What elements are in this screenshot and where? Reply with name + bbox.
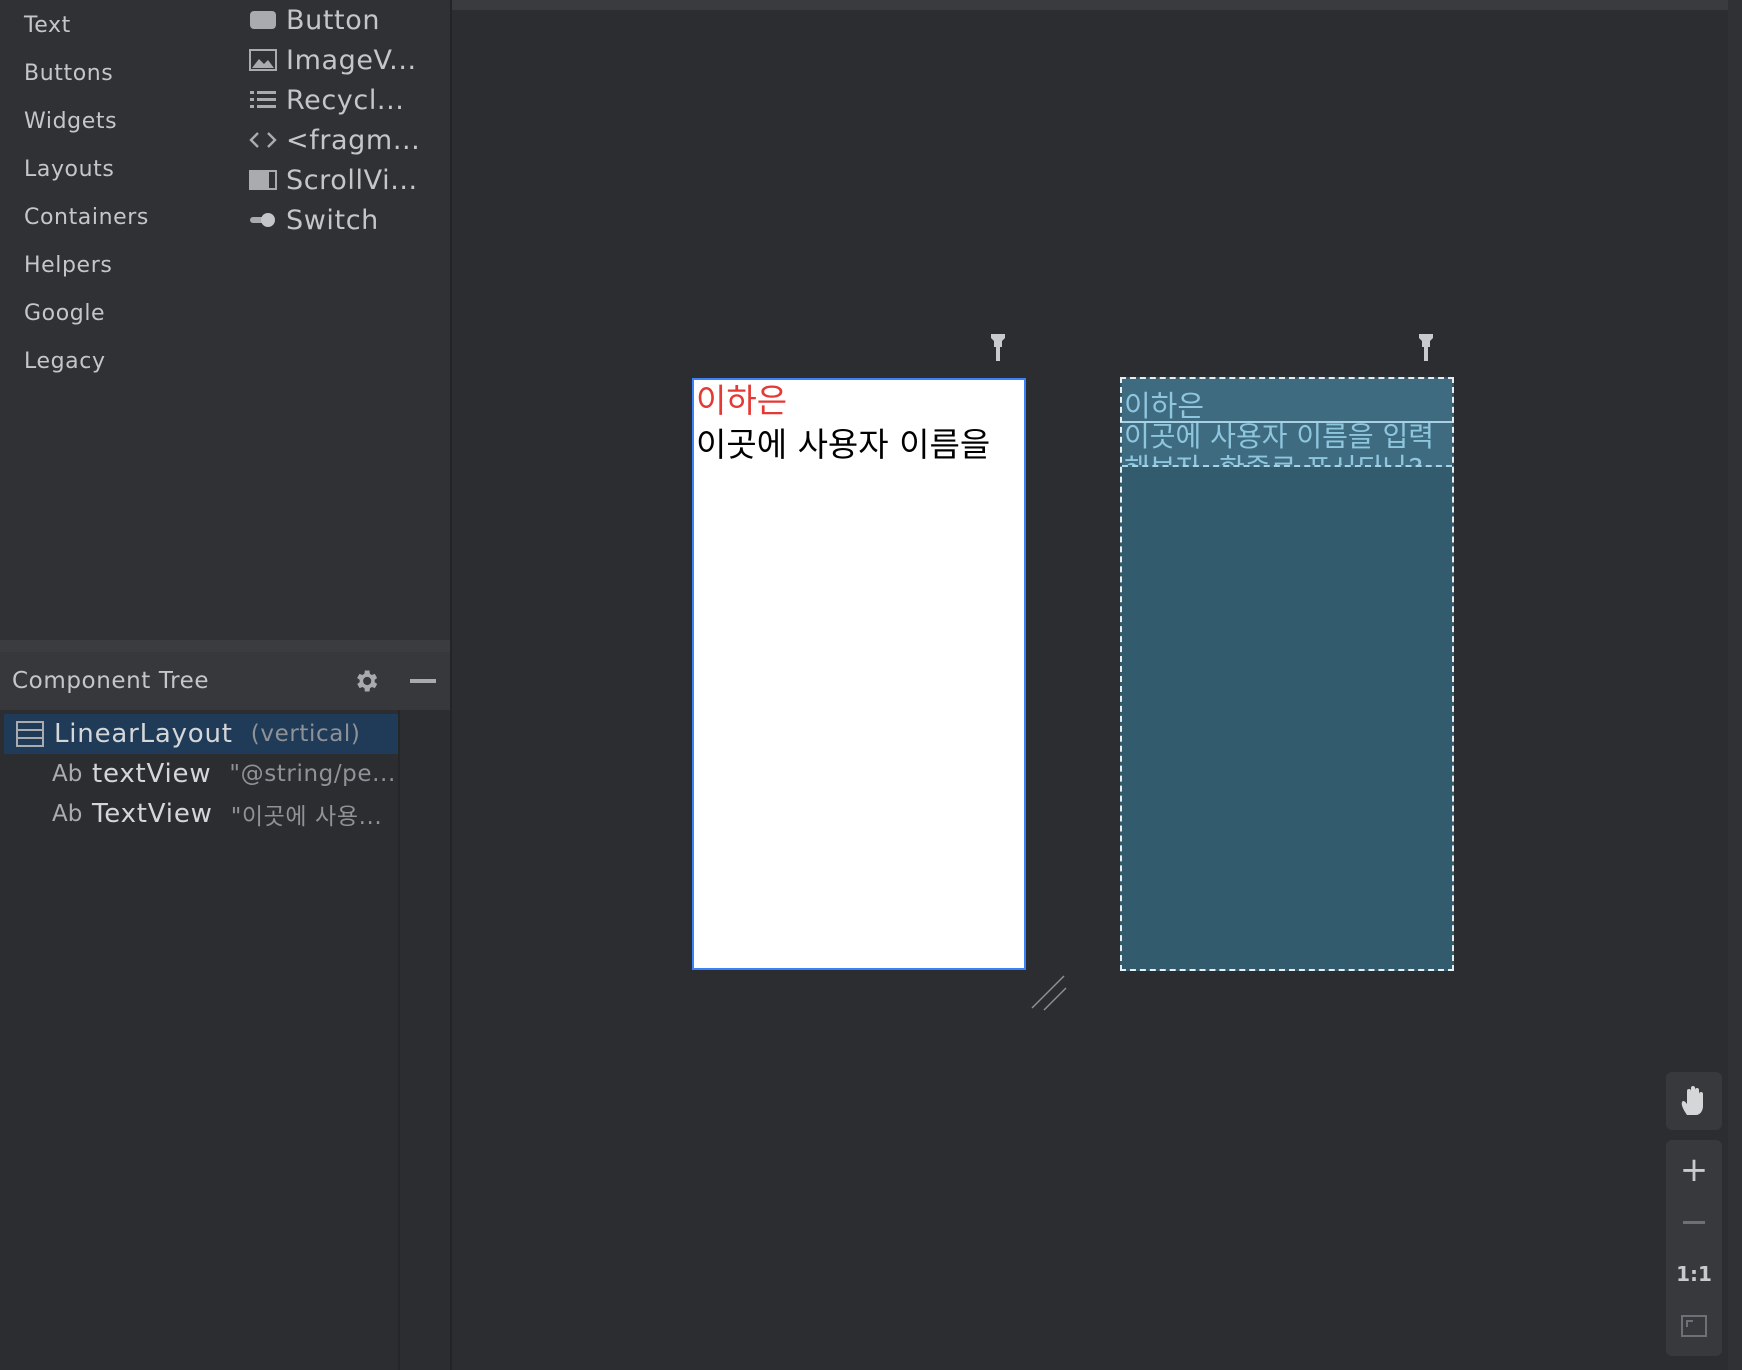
- tree-row-linearlayout[interactable]: LinearLayout (vertical): [4, 714, 398, 754]
- linear-layout-icon: [16, 721, 44, 747]
- palette-widget-list: Button ImageV... Recycl... <fragm... Scr…: [248, 0, 420, 240]
- gear-icon[interactable]: [350, 665, 382, 697]
- tree-row-name: textView: [92, 759, 212, 789]
- code-icon: [248, 128, 278, 152]
- blueprint-text: 이곳에 사용자 이름을 입력해보자. 한줄로 표시되나?: [1124, 423, 1435, 465]
- scrollbar[interactable]: [1728, 0, 1742, 1370]
- palette-item-label: ScrollVi...: [286, 164, 418, 196]
- resize-handle-icon[interactable]: [1030, 974, 1070, 1014]
- palette-item-scrollview[interactable]: ScrollVi...: [248, 160, 420, 200]
- tree-row-meta: (vertical): [250, 721, 361, 747]
- list-icon: [248, 88, 278, 112]
- palette-item-label: ImageV...: [286, 44, 417, 76]
- palette-item-imageview[interactable]: ImageV...: [248, 40, 420, 80]
- zoom-out-button[interactable]: [1666, 1196, 1722, 1248]
- textview-message[interactable]: 이곳에 사용자 이름을: [696, 422, 1024, 468]
- category-buttons[interactable]: Buttons: [24, 58, 149, 106]
- tree-row-textview-2[interactable]: Ab TextView "이곳에 사용...: [4, 794, 398, 834]
- image-icon: [248, 48, 278, 72]
- android-studio-layout-editor: Text Buttons Widgets Layouts Containers …: [0, 0, 1742, 1370]
- zoom-toolbar: + 1:1: [1666, 1140, 1722, 1356]
- switch-icon: [248, 208, 278, 232]
- category-google[interactable]: Google: [24, 298, 149, 346]
- blueprint-surface[interactable]: 이하은 이곳에 사용자 이름을 입력해보자. 한줄로 표시되나?: [1120, 377, 1454, 971]
- palette-item-label: Recycl...: [286, 84, 405, 116]
- textview-name[interactable]: 이하은: [696, 380, 787, 422]
- scroll-icon: [248, 168, 278, 192]
- component-tree-title: Component Tree: [12, 668, 210, 694]
- tree-row-meta: "이곳에 사용...: [230, 804, 383, 830]
- zoom-actual-size-button[interactable]: 1:1: [1666, 1248, 1722, 1300]
- textview-icon: Ab: [52, 801, 83, 827]
- category-widgets[interactable]: Widgets: [24, 106, 149, 154]
- design-canvas[interactable]: [452, 10, 1742, 1370]
- palette-item-switch[interactable]: Switch: [248, 200, 420, 240]
- category-layouts[interactable]: Layouts: [24, 154, 149, 202]
- zoom-to-fit-button[interactable]: [1666, 1300, 1722, 1352]
- category-helpers[interactable]: Helpers: [24, 250, 149, 298]
- pin-icon[interactable]: [988, 332, 1008, 364]
- palette-item-button[interactable]: Button: [248, 0, 420, 40]
- tree-row-name: TextView: [92, 799, 213, 829]
- blueprint-textview-2[interactable]: 이곳에 사용자 이름을 입력해보자. 한줄로 표시되나?: [1122, 423, 1452, 467]
- panel-splitter[interactable]: [0, 640, 450, 652]
- tree-row-meta: "@string/pe...: [229, 761, 396, 787]
- category-text[interactable]: Text: [24, 10, 149, 58]
- pin-icon[interactable]: [1416, 332, 1436, 364]
- pan-button[interactable]: [1666, 1072, 1722, 1130]
- palette-item-fragment[interactable]: <fragm...: [248, 120, 420, 160]
- tree-row-name: LinearLayout: [54, 719, 233, 749]
- fit-screen-icon: [1681, 1315, 1707, 1337]
- button-icon: [248, 8, 278, 32]
- hand-icon: [1681, 1086, 1703, 1115]
- tree-row-textview-1[interactable]: Ab textView "@string/pe...: [4, 754, 398, 794]
- palette-item-label: <fragm...: [286, 124, 421, 156]
- design-surface[interactable]: 이하은 이곳에 사용자 이름을: [692, 378, 1026, 970]
- minus-icon: [1683, 1220, 1705, 1224]
- minimize-icon[interactable]: [410, 679, 436, 683]
- canvas-toolbar-strip: [452, 0, 1742, 10]
- blueprint-text: 이하은: [1124, 389, 1205, 423]
- palette-item-label: Switch: [286, 204, 379, 236]
- component-tree: LinearLayout (vertical) Ab textView "@st…: [0, 710, 400, 1370]
- zoom-in-button[interactable]: +: [1666, 1144, 1722, 1196]
- category-legacy[interactable]: Legacy: [24, 346, 149, 394]
- textview-icon: Ab: [52, 761, 83, 787]
- palette-item-label: Button: [286, 4, 381, 36]
- palette-categories: Text Buttons Widgets Layouts Containers …: [24, 10, 149, 394]
- palette-panel: Text Buttons Widgets Layouts Containers …: [0, 0, 450, 640]
- component-tree-header: Component Tree: [0, 652, 450, 710]
- category-containers[interactable]: Containers: [24, 202, 149, 250]
- blueprint-textview-1[interactable]: 이하은: [1122, 379, 1452, 423]
- palette-item-recyclerview[interactable]: Recycl...: [248, 80, 420, 120]
